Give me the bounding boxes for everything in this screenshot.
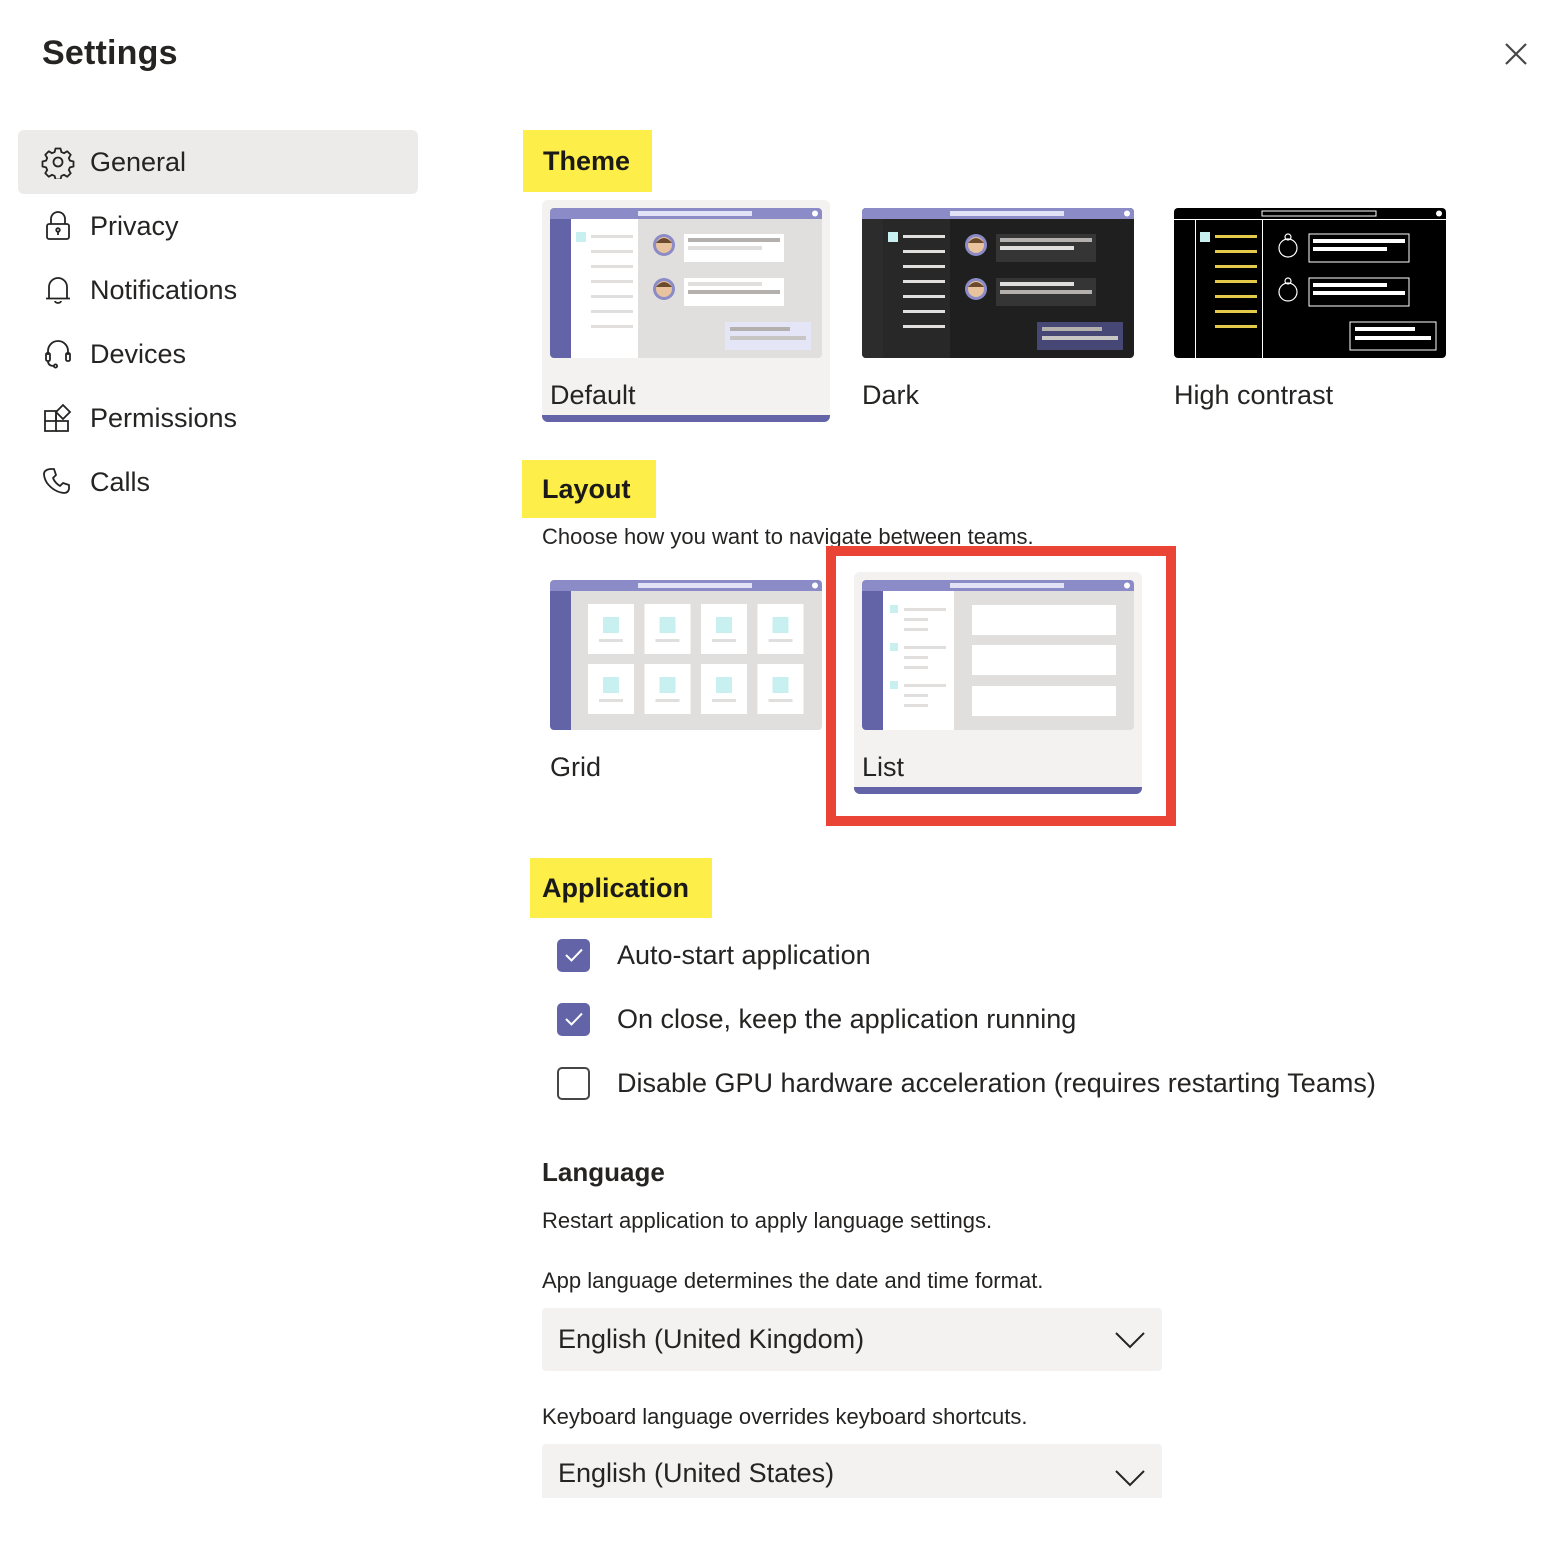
dark-theme-preview [862,208,1134,358]
keep-running-checkbox-row[interactable]: On close, keep the application running [557,999,1076,1039]
list-layout-preview [862,580,1134,730]
apps-icon [40,400,76,436]
close-icon [1505,43,1527,65]
language-restart-note: Restart application to apply language se… [542,1208,993,1233]
theme-option-high-contrast[interactable]: High contrast [1166,200,1454,422]
chevron-down-icon [1115,1470,1145,1487]
checkmark-icon [564,1012,583,1026]
app-language-note: App language determines the date and tim… [542,1268,1044,1293]
grid-tile-line [712,699,736,702]
gear-icon [40,144,76,180]
checkbox-label: Auto-start application [617,939,871,970]
grid-tile-line [712,639,736,642]
layout-option-label: List [862,752,905,782]
keyboard-language-note: Keyboard language overrides keyboard sho… [542,1404,1028,1429]
sidebar-item-notifications[interactable]: Notifications [18,258,418,322]
app-language-select[interactable]: English (United Kingdom) [542,1308,1162,1371]
grid-tile-line [599,699,623,702]
sidebar-item-label: Privacy [90,210,179,241]
keyboard-language-value: English (United States) [558,1458,835,1488]
sidebar-item-calls[interactable]: Calls [18,450,418,514]
sidebar-item-label: General [90,146,187,177]
sidebar-item-label: Calls [90,466,151,497]
keyboard-language-select[interactable]: English (United States) [542,1444,1162,1498]
chevron-down-icon [1115,1331,1145,1348]
layout-heading: Layout [522,460,656,518]
grid-tile-icon [772,677,789,693]
theme-option-dark[interactable]: Dark [854,200,1142,422]
phone-icon [40,464,76,500]
checkbox-label: On close, keep the application running [617,1003,1077,1034]
application-heading: Application [530,858,712,918]
grid-tile-icon [659,617,676,633]
sidebar-item-privacy[interactable]: Privacy [18,194,418,258]
sidebar-item-label: Permissions [90,402,238,433]
theme-option-label: Dark [862,380,920,410]
layout-option-grid[interactable]: Grid [542,572,830,794]
grid-layout-preview [550,580,822,730]
layout-option-label: Grid [550,752,602,782]
checkmark-icon [564,948,583,962]
grid-tile-line [655,699,680,702]
settings-sidebar: General Privacy Notifications Devices Pe… [18,130,418,514]
layout-option-list[interactable]: List [854,572,1142,794]
theme-option-label: High contrast [1174,380,1334,410]
auto-start-checkbox-row[interactable]: Auto-start application [557,935,871,975]
grid-tile-icon [603,617,619,633]
high-contrast-theme-preview [1174,208,1446,358]
layout-description: Choose how you want to navigate between … [542,524,1034,549]
checkbox-label: Disable GPU hardware acceleration (requi… [617,1067,1376,1098]
grid-tile-icon [603,677,619,693]
sidebar-item-general[interactable]: General [18,130,418,194]
keep-running-checkbox[interactable] [557,1002,590,1036]
grid-tile-icon [716,617,732,633]
grid-tile-line [768,699,793,702]
close-button[interactable] [1500,38,1532,70]
auto-start-checkbox[interactable] [557,938,590,972]
grid-tile-line [655,639,680,642]
grid-tile-icon [716,677,732,693]
bell-icon [40,272,76,308]
disable-gpu-checkbox-row[interactable]: Disable GPU hardware acceleration (requi… [557,1063,1376,1103]
default-theme-preview [550,208,822,358]
app-language-value: English (United Kingdom) [558,1324,865,1354]
lock-icon [40,208,76,244]
grid-tile-line [599,639,623,642]
sidebar-item-permissions[interactable]: Permissions [18,386,418,450]
theme-heading: Theme [523,130,652,192]
theme-option-label: Default [550,380,636,410]
grid-tile-line [768,639,793,642]
sidebar-item-devices[interactable]: Devices [18,322,418,386]
headset-icon [40,336,76,372]
page-title: Settings [42,34,178,72]
theme-option-default[interactable]: Default [542,200,830,422]
sidebar-item-label: Notifications [90,274,238,305]
grid-tile-icon [659,677,676,693]
language-heading: Language [542,1157,665,1187]
disable-gpu-checkbox[interactable] [557,1066,590,1100]
grid-tile-icon [772,617,789,633]
sidebar-item-label: Devices [90,338,187,369]
